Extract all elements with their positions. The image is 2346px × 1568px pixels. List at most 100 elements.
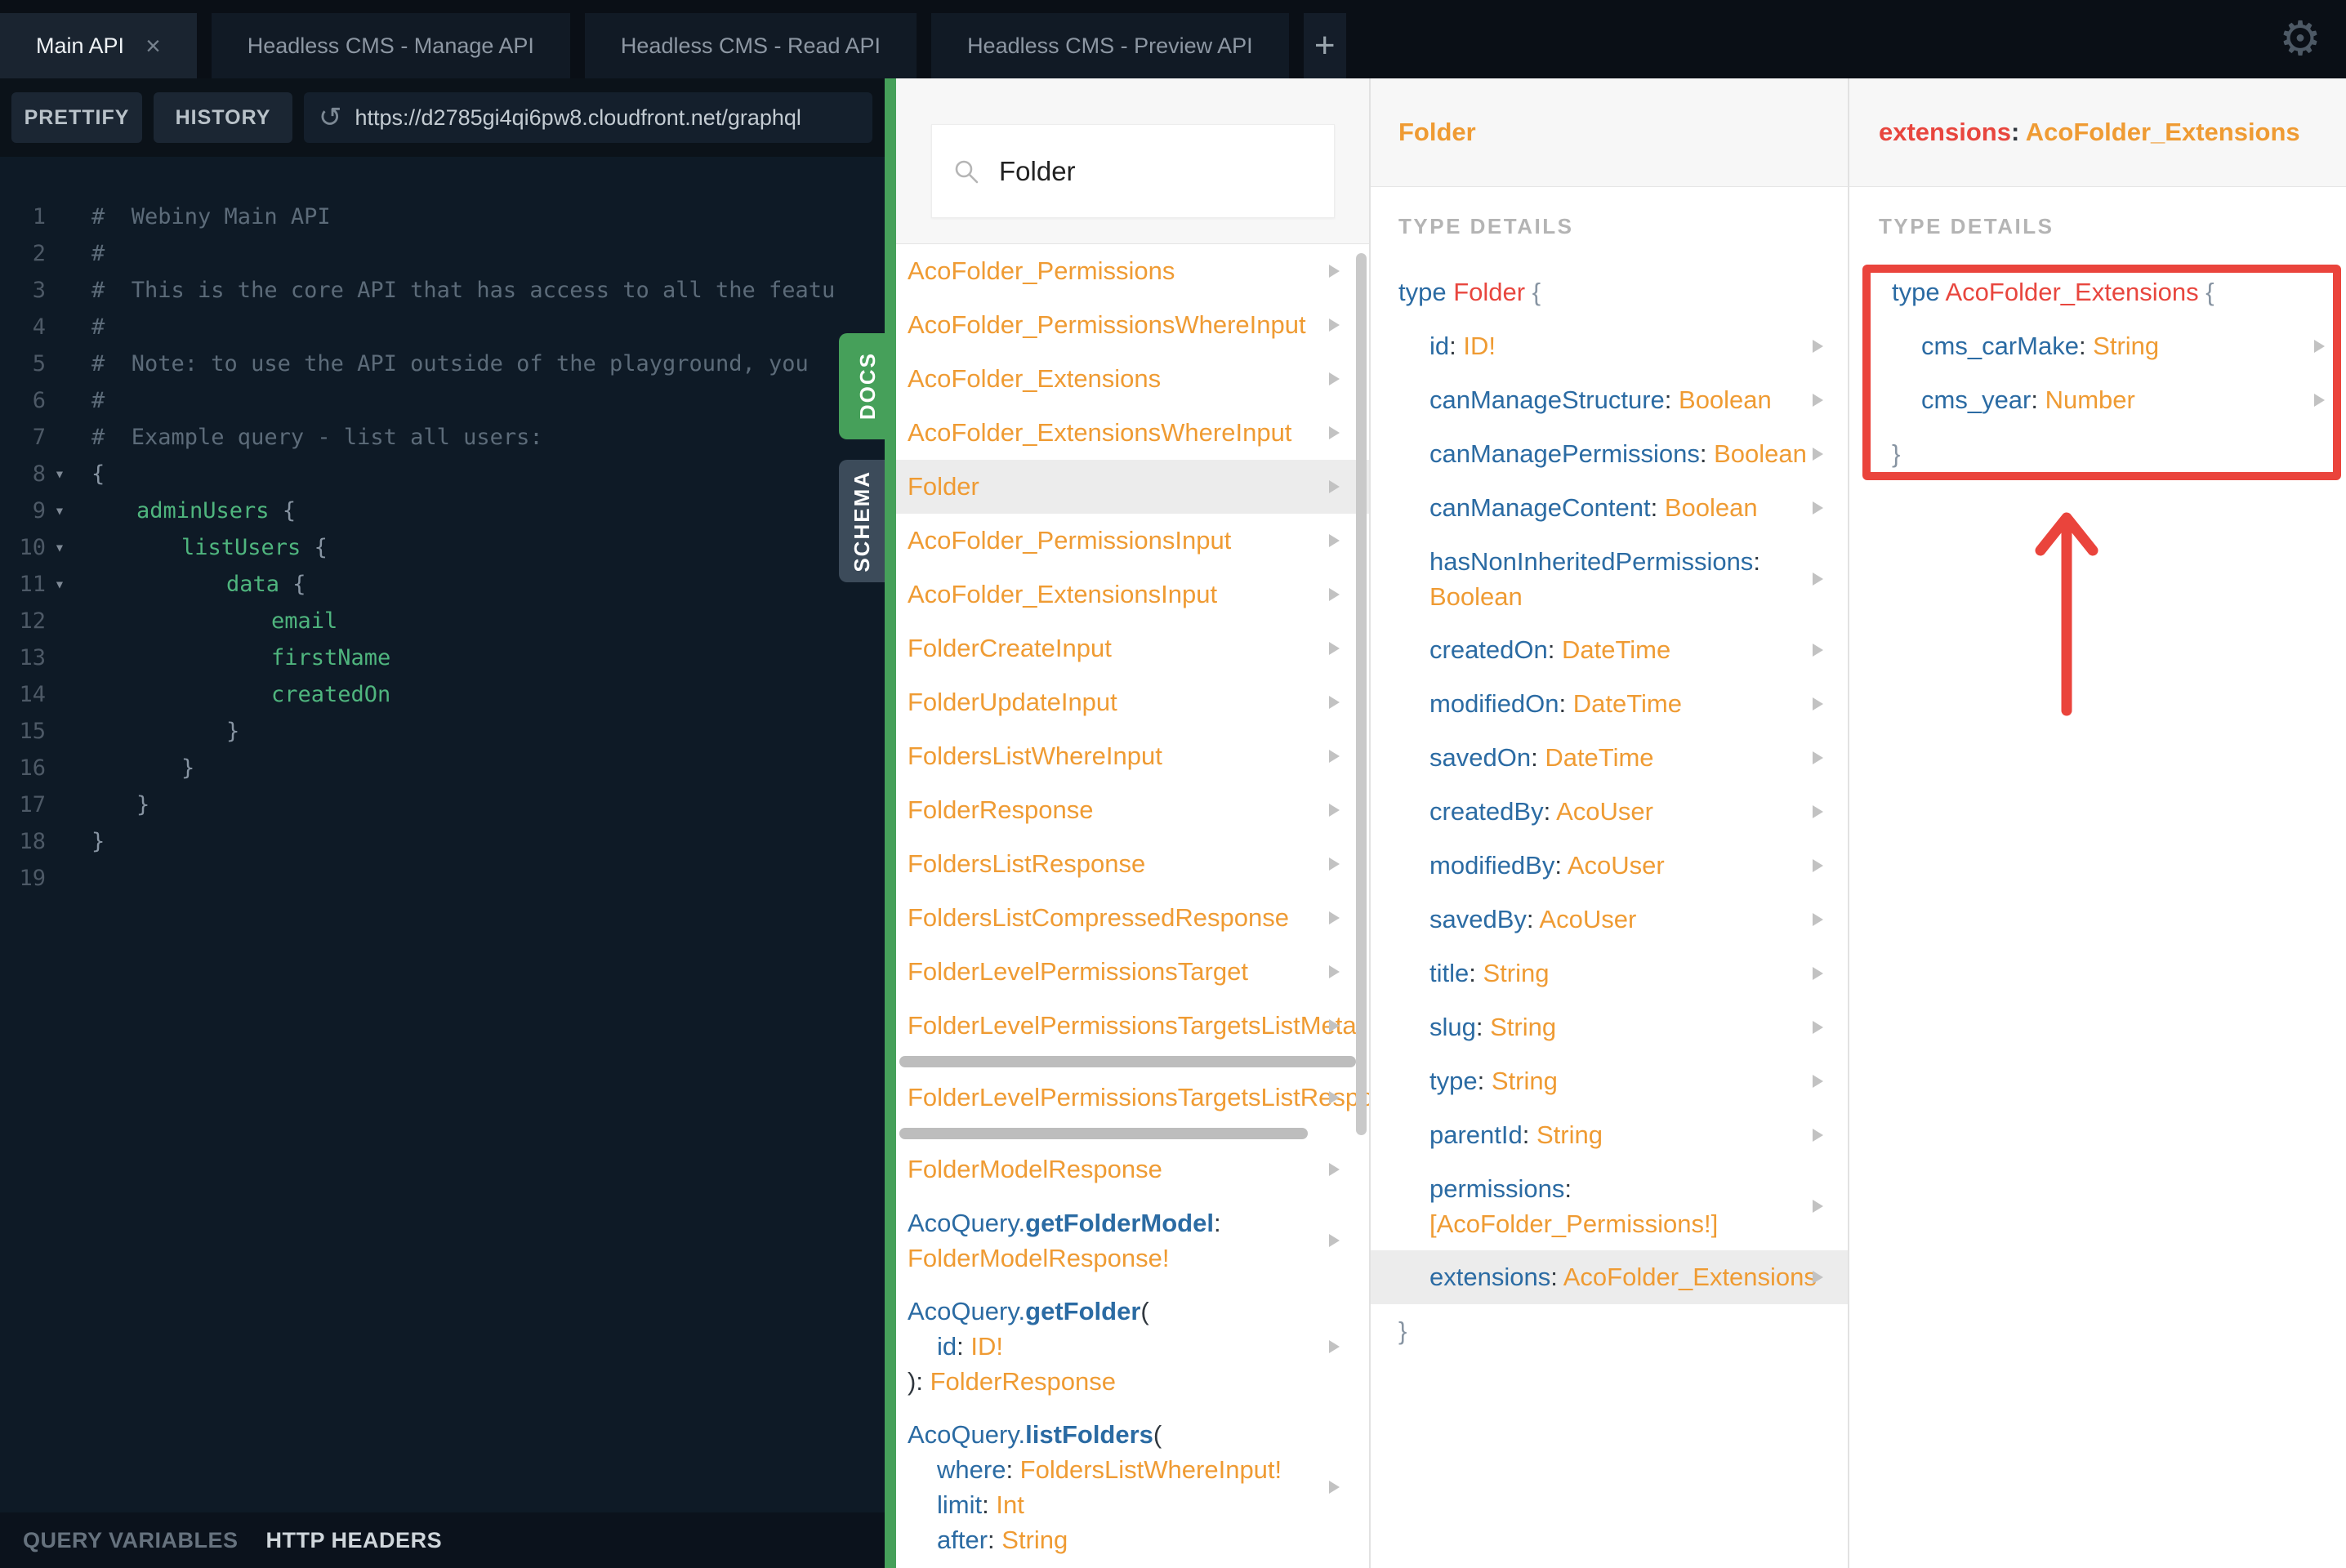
docs-list-item[interactable]: FoldersListResponse <box>896 837 1369 891</box>
type-field-row[interactable]: id: ID! <box>1371 319 1848 373</box>
extensions-type-panel: extensions: AcoFolder_Extensions TYPE DE… <box>1849 78 2346 1568</box>
expand-icon <box>1329 696 1340 709</box>
docs-search-input[interactable] <box>997 154 1295 188</box>
type-field-row[interactable]: type: String <box>1371 1054 1848 1108</box>
type-field-row[interactable]: title: String <box>1371 947 1848 1000</box>
type-field-row[interactable]: parentId: String <box>1371 1108 1848 1162</box>
docs-list-item[interactable]: FolderModelResponse <box>896 1143 1369 1196</box>
type-field-row[interactable]: cms_year: Number <box>1849 373 2346 427</box>
vertical-scrollbar[interactable] <box>1356 253 1367 1135</box>
docs-list-item[interactable]: AcoFolder_Permissions <box>896 244 1369 298</box>
type-field-row[interactable]: canManageStructure: Boolean <box>1371 373 1848 427</box>
docs-list-item[interactable]: FolderCreateInput <box>896 621 1369 675</box>
type-field-row[interactable]: permissions: [AcoFolder_Permissions!] <box>1371 1162 1848 1250</box>
docs-list-item[interactable]: AcoFolder_PermissionsWhereInput <box>896 298 1369 352</box>
prettify-button[interactable]: PRETTIFY <box>11 92 142 143</box>
line-number: 14 <box>19 682 46 707</box>
add-tab-button[interactable]: + <box>1303 13 1346 78</box>
editor-line: 12 email <box>0 603 885 639</box>
type-field-row[interactable]: canManagePermissions: Boolean <box>1371 427 1848 481</box>
expand-icon <box>1813 394 1823 407</box>
tab-headless-cms-manage-api[interactable]: Headless CMS - Manage API <box>211 13 570 78</box>
endpoint-url-field[interactable]: ↺ https://d2785gi4qi6pw8.cloudfront.net/… <box>304 92 872 143</box>
pane-divider[interactable] <box>885 78 896 1568</box>
settings-gear-icon[interactable]: ⚙ <box>2279 5 2321 74</box>
fold-caret-empty <box>46 713 74 750</box>
editor-line: 19 <box>0 860 885 897</box>
type-declaration: type AcoFolder_Extensions { <box>1892 278 2214 306</box>
horizontal-scrollbar[interactable] <box>899 1128 1308 1139</box>
fold-caret-empty <box>46 750 74 786</box>
history-button[interactable]: HISTORY <box>154 92 292 143</box>
fold-caret-empty <box>46 603 74 639</box>
type-field-row[interactable]: modifiedBy: AcoUser <box>1371 839 1848 893</box>
panel-title: extensions: AcoFolder_Extensions <box>1849 78 2346 187</box>
docs-list-item[interactable]: FolderResponse <box>896 783 1369 837</box>
docs-list-item[interactable]: AcoQuery.listFolders(where: FoldersListW… <box>896 1408 1369 1566</box>
query-editor[interactable]: 1 # Webiny Main API 2 #3 # This is the core … <box>0 157 885 1512</box>
type-field-row[interactable]: createdOn: DateTime <box>1371 623 1848 677</box>
line-number: 8 <box>32 461 46 487</box>
type-field-row[interactable]: savedBy: AcoUser <box>1371 893 1848 947</box>
query-variables-tab[interactable]: QUERY VARIABLES <box>23 1528 239 1553</box>
docs-list-item[interactable]: AcoFolder_ExtensionsWhereInput <box>896 406 1369 460</box>
expand-icon <box>1813 859 1823 872</box>
expand-icon <box>1329 1019 1340 1032</box>
fold-caret-empty <box>46 419 74 456</box>
editor-line: 5 # Note: to use the API outside of the p… <box>0 345 885 382</box>
expand-icon <box>1813 1075 1823 1088</box>
docs-list-item[interactable]: FoldersListWhereInput <box>896 729 1369 783</box>
tab-headless-cms-preview-api[interactable]: Headless CMS - Preview API <box>931 13 1289 78</box>
type-closing-brace: } <box>1892 439 1901 468</box>
docs-list-item[interactable]: FoldersListCompressedResponse <box>896 891 1369 945</box>
fold-caret-empty <box>46 786 74 823</box>
close-tab-icon[interactable]: × <box>145 33 161 59</box>
editor-line: 17} <box>0 786 885 823</box>
type-field-row[interactable]: hasNonInheritedPermissions: Boolean <box>1371 535 1848 623</box>
docs-list-item[interactable]: AcoQuery.getFolder(id: ID!): FolderRespo… <box>896 1285 1369 1408</box>
type-field-row[interactable]: createdBy: AcoUser <box>1371 785 1848 839</box>
fold-caret-icon[interactable]: ▾ <box>46 529 74 566</box>
fold-caret-icon[interactable]: ▾ <box>46 492 74 529</box>
editor-line: 3 # This is the core API that has access … <box>0 272 885 309</box>
type-field-row[interactable]: slug: String <box>1371 1000 1848 1054</box>
fold-caret-empty <box>46 676 74 713</box>
docs-list-item[interactable]: FolderLevelPermissionsTargetsListRespo <box>896 1071 1369 1125</box>
expand-icon <box>2314 340 2325 353</box>
type-field-row[interactable]: modifiedOn: DateTime <box>1371 677 1848 731</box>
docs-list-item[interactable]: FolderLevelPermissionsTargetsListMeta <box>896 999 1369 1053</box>
docs-side-tab[interactable]: DOCS <box>839 333 896 439</box>
type-field-row[interactable]: cms_carMake: String <box>1849 319 2346 373</box>
line-number: 18 <box>19 829 46 854</box>
expand-icon <box>1329 1163 1340 1176</box>
docs-list-item[interactable]: AcoFolder_Extensions <box>896 352 1369 406</box>
docs-list-item[interactable]: AcoFolder_PermissionsInput <box>896 514 1369 568</box>
fold-caret-empty <box>46 823 74 860</box>
http-headers-tab[interactable]: HTTP HEADERS <box>266 1528 443 1553</box>
horizontal-scrollbar[interactable] <box>899 1056 1356 1067</box>
docs-list-item[interactable]: AcoFolder_ExtensionsInput <box>896 568 1369 621</box>
tab-headless-cms-read-api[interactable]: Headless CMS - Read API <box>584 13 917 78</box>
editor-line: 11 ▾ data { <box>0 566 885 603</box>
expand-icon <box>1813 805 1823 818</box>
search-icon <box>955 160 979 183</box>
docs-list-item[interactable]: AcoQuery.getFolderModel: FolderModelRespo… <box>896 1196 1369 1285</box>
docs-list-item[interactable]: FolderUpdateInput <box>896 675 1369 729</box>
reload-icon[interactable]: ↺ <box>319 101 342 134</box>
panel-divider <box>1369 78 1371 1568</box>
docs-list-item[interactable]: FolderLevelPermissionsTarget <box>896 945 1369 999</box>
line-number: 1 <box>32 204 46 229</box>
fold-caret-icon[interactable]: ▾ <box>46 456 74 492</box>
docs-list-item[interactable]: Folder <box>896 460 1369 514</box>
schema-side-tab[interactable]: SCHEMA <box>839 460 885 582</box>
type-field-row[interactable]: extensions: AcoFolder_Extensions <box>1371 1250 1848 1304</box>
fold-caret-icon[interactable]: ▾ <box>46 566 74 603</box>
expand-icon <box>1329 1481 1340 1494</box>
tab-main-api[interactable]: Main API × <box>0 13 197 78</box>
expand-icon <box>1329 911 1340 924</box>
editor-line: 13 firstName <box>0 639 885 676</box>
type-field-row[interactable]: savedOn: DateTime <box>1371 731 1848 785</box>
editor-line: 14 createdOn <box>0 676 885 713</box>
type-field-row[interactable]: canManageContent: Boolean <box>1371 481 1848 535</box>
docs-search-box[interactable] <box>931 124 1335 218</box>
